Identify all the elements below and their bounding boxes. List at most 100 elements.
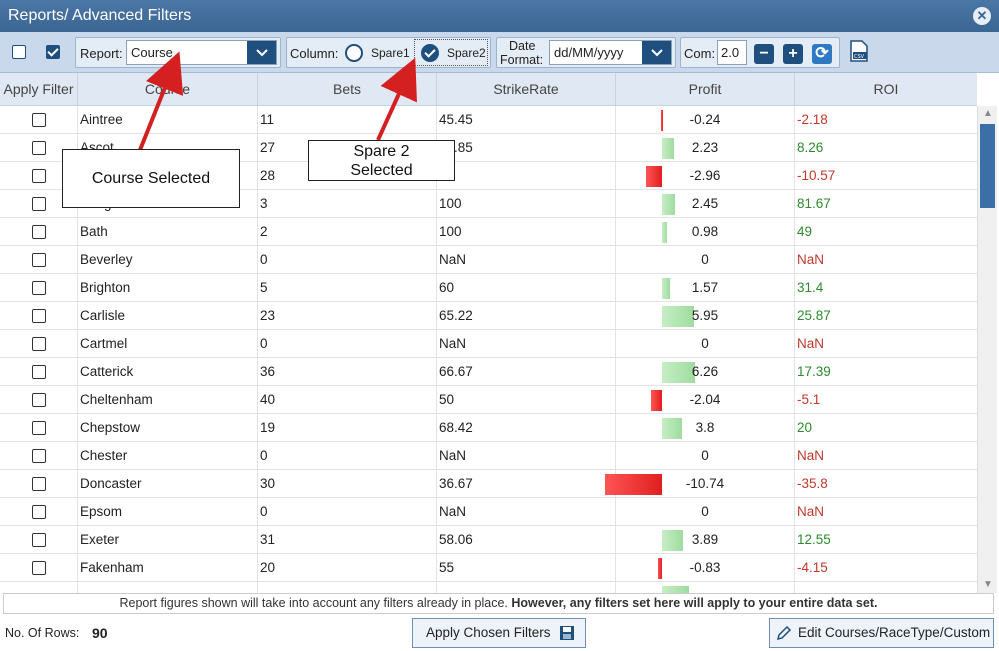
- apply-filter-cell: [0, 358, 78, 386]
- apply-chosen-filters-button[interactable]: Apply Chosen Filters: [412, 618, 586, 648]
- svg-text:CSV: CSV: [854, 54, 865, 60]
- profit-value: 2.45: [691, 196, 719, 211]
- csv-export-icon[interactable]: CSV: [850, 40, 868, 62]
- header-apply-filter[interactable]: Apply Filter: [0, 73, 78, 106]
- column-label: Column:: [290, 46, 339, 61]
- table-row[interactable]: Epsom 0 NaN 0 NaN: [0, 498, 977, 526]
- profit-cell: -0.83: [616, 554, 795, 582]
- profit-cell: 0.98: [616, 218, 795, 246]
- table-row[interactable]: [0, 582, 977, 593]
- toggle-checkbox-2[interactable]: [46, 45, 60, 59]
- minus-icon[interactable]: −: [754, 44, 774, 64]
- row-filter-checkbox[interactable]: [32, 505, 46, 519]
- apply-button-label: Apply Chosen Filters: [426, 625, 551, 640]
- apply-filter-cell: [0, 106, 78, 134]
- row-filter-checkbox[interactable]: [32, 253, 46, 267]
- course-cell: Cheltenham: [78, 386, 258, 414]
- date-format-select[interactable]: dd/MM/yyyy: [549, 40, 672, 65]
- toggle-checkbox-1[interactable]: [12, 45, 26, 59]
- spare1-radio[interactable]: [345, 44, 363, 62]
- row-filter-checkbox[interactable]: [32, 561, 46, 575]
- roi-cell: -5.1: [797, 392, 821, 407]
- footer-note-bold: However, any filters set here will apply…: [511, 596, 878, 610]
- apply-filter-cell: [0, 582, 78, 593]
- profit-cell: 3.89: [616, 526, 795, 554]
- table-row[interactable]: Doncaster 30 36.67 -10.74 -35.8: [0, 470, 977, 498]
- header-strikerate[interactable]: StrikeRate: [437, 73, 616, 106]
- scroll-up-icon[interactable]: ▲: [978, 106, 998, 122]
- callout-spare2-line1: Spare 2: [353, 143, 410, 160]
- table-row[interactable]: Brighton 5 60 1.57 31.4: [0, 274, 977, 302]
- scroll-down-icon[interactable]: ▼: [978, 577, 998, 593]
- table-row[interactable]: Aintree 11 45.45 -0.24 -2.18: [0, 106, 977, 134]
- table-row[interactable]: Beverley 0 NaN 0 NaN: [0, 246, 977, 274]
- com-label: Com:: [684, 46, 716, 61]
- profit-cell: 0: [616, 442, 795, 470]
- table-row[interactable]: Cheltenham 40 50 -2.04 -5.1: [0, 386, 977, 414]
- table-row[interactable]: Chepstow 19 68.42 3.8 20: [0, 414, 977, 442]
- header-bets[interactable]: Bets: [258, 73, 437, 106]
- row-filter-checkbox[interactable]: [32, 449, 46, 463]
- row-filter-checkbox[interactable]: [32, 533, 46, 547]
- table-row[interactable]: Exeter 31 58.06 3.89 12.55: [0, 526, 977, 554]
- chevron-down-icon[interactable]: [642, 41, 671, 64]
- table-row[interactable]: Chester 0 NaN 0 NaN: [0, 442, 977, 470]
- bets-cell: 23: [258, 302, 437, 330]
- save-icon: [560, 626, 574, 640]
- close-icon[interactable]: ✕: [973, 7, 991, 25]
- chevron-down-icon[interactable]: [247, 41, 276, 64]
- spare2-radio[interactable]: [421, 44, 439, 62]
- profit-bar: [662, 138, 674, 159]
- apply-filter-cell: [0, 386, 78, 414]
- report-select-value: Course: [131, 45, 173, 60]
- profit-value: 3.8: [695, 420, 715, 435]
- course-cell: Chester: [78, 442, 258, 470]
- profit-value: 5.95: [691, 308, 719, 323]
- table-row[interactable]: Bath 2 100 0.98 49: [0, 218, 977, 246]
- roi-cell: 49: [797, 224, 813, 239]
- strikerate-cell: 55: [437, 554, 616, 582]
- row-filter-checkbox[interactable]: [32, 225, 46, 239]
- row-filter-checkbox[interactable]: [32, 141, 46, 155]
- column-group: Column: Spare1 Spare2: [286, 37, 491, 68]
- row-filter-checkbox[interactable]: [32, 421, 46, 435]
- edit-courses-button[interactable]: Edit Courses/RaceType/Custom: [769, 618, 994, 648]
- strikerate-cell: NaN: [437, 442, 616, 470]
- row-filter-checkbox[interactable]: [32, 337, 46, 351]
- callout-spare2-selected: Spare 2 Selected: [308, 140, 455, 181]
- header-roi[interactable]: ROI: [795, 73, 977, 106]
- strikerate-cell: [437, 162, 616, 190]
- plus-icon[interactable]: +: [783, 44, 803, 64]
- roi-cell: 12.55: [797, 532, 831, 547]
- row-filter-checkbox[interactable]: [32, 113, 46, 127]
- footer-note-text: Report figures shown will take into acco…: [119, 596, 512, 610]
- table-row[interactable]: Catterick 36 66.67 6.26 17.39: [0, 358, 977, 386]
- strikerate-cell: 68.42: [437, 414, 616, 442]
- row-filter-checkbox[interactable]: [32, 477, 46, 491]
- report-select[interactable]: Course: [126, 40, 277, 65]
- header-profit[interactable]: Profit: [616, 73, 795, 106]
- apply-filter-cell: [0, 442, 78, 470]
- row-filter-checkbox[interactable]: [32, 169, 46, 183]
- com-input[interactable]: 2.0: [717, 40, 747, 65]
- scrollbar-thumb[interactable]: [980, 124, 995, 208]
- profit-bar: [651, 390, 662, 411]
- course-cell: Carlisle: [78, 302, 258, 330]
- course-cell: Chepstow: [78, 414, 258, 442]
- profit-value: -0.24: [689, 112, 721, 127]
- table-row[interactable]: Fakenham 20 55 -0.83 -4.15: [0, 554, 977, 582]
- refresh-icon[interactable]: ⟳: [812, 44, 832, 64]
- bets-cell: 36: [258, 358, 437, 386]
- row-filter-checkbox[interactable]: [32, 197, 46, 211]
- profit-cell: 0: [616, 330, 795, 358]
- table-row[interactable]: Cartmel 0 NaN 0 NaN: [0, 330, 977, 358]
- bets-cell: 5: [258, 274, 437, 302]
- row-filter-checkbox[interactable]: [32, 281, 46, 295]
- table-row[interactable]: Carlisle 23 65.22 5.95 25.87: [0, 302, 977, 330]
- bets-cell: 0: [258, 442, 437, 470]
- header-course[interactable]: Course: [78, 73, 258, 106]
- row-filter-checkbox[interactable]: [32, 309, 46, 323]
- row-filter-checkbox[interactable]: [32, 365, 46, 379]
- row-filter-checkbox[interactable]: [32, 393, 46, 407]
- vertical-scrollbar[interactable]: ▲ ▼: [977, 106, 997, 593]
